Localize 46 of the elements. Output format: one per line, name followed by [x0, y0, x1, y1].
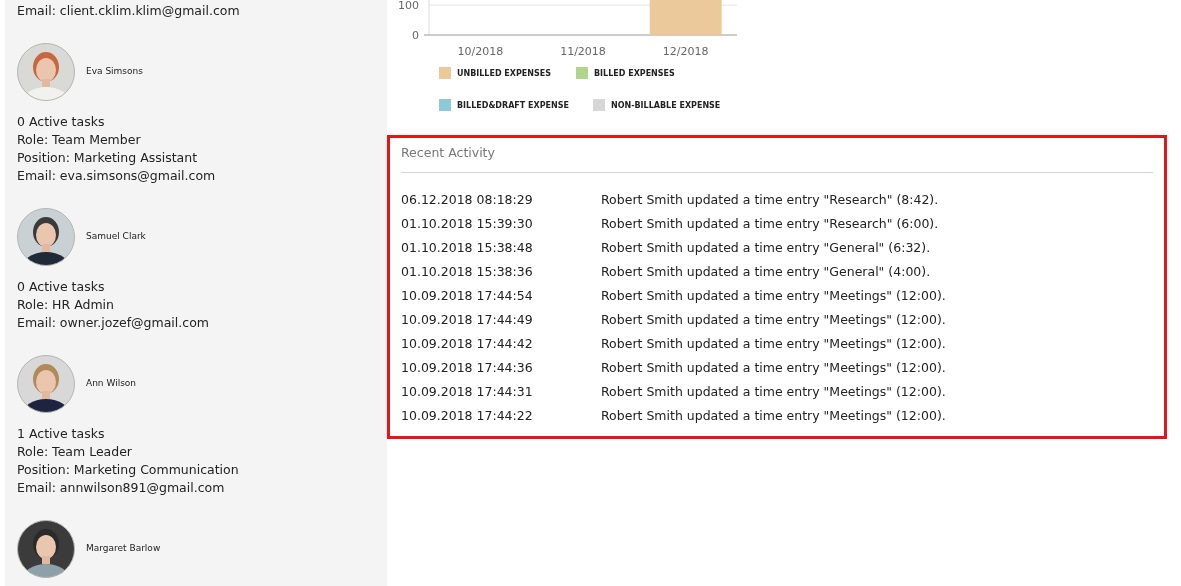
tick-label: 0 — [412, 29, 419, 42]
panel-title: Recent Activity — [401, 144, 496, 162]
detail-text: Email: annwilson891@gmail.com — [17, 479, 226, 497]
activity-message: Robert Smith updated a time entry "General" (6:32). — [601, 239, 931, 257]
activity-time: 01.10.2018 15:38:48 — [401, 239, 534, 257]
activity-message: Robert Smith updated a time entry "Meetings" (12:00). — [601, 311, 946, 329]
detail-text: 0 Active tasks — [17, 113, 106, 131]
activity-message: Robert Smith updated a time entry "Meetings" (12:00). — [601, 383, 946, 401]
detail-text: Email: eva.simsons@gmail.com — [17, 167, 217, 185]
activity-time: 10.09.2018 17:44:42 — [401, 335, 534, 353]
activity-message: Robert Smith updated a time entry "Research" (6:00). — [601, 215, 939, 233]
legend-label: BILLED EXPENSES — [594, 69, 675, 78]
tick-label: 10/2018 — [457, 45, 504, 58]
activity-message: Robert Smith updated a time entry "Meetings" (12:00). — [601, 287, 946, 305]
activity-time: 10.09.2018 17:44:49 — [401, 311, 534, 329]
person-name: Samuel Clark — [86, 230, 146, 244]
person-name: Eva Simsons — [86, 65, 143, 79]
email-text: Email: client.cklim.klim@gmail.com — [17, 2, 241, 20]
legend-label: UNBILLED EXPENSES — [457, 69, 551, 78]
person-name: Margaret Barlow — [86, 542, 161, 556]
detail-text: Position: Marketing Communication — [17, 461, 240, 479]
detail-text: 1 Active tasks — [17, 425, 106, 443]
detail-text: Position: Marketing Assistant — [17, 149, 199, 167]
activity-message: Robert Smith updated a time entry "Research" (8:42). — [601, 191, 939, 209]
activity-message: Robert Smith updated a time entry "Meetings" (12:00). — [601, 335, 946, 353]
detail-text: 0 Active tasks — [17, 278, 106, 296]
activity-time: 01.10.2018 15:39:30 — [401, 215, 534, 233]
detail-text: Role: Team Leader — [17, 443, 133, 461]
tick-label: 100 — [398, 0, 419, 13]
activity-time: 01.10.2018 15:38:36 — [401, 263, 534, 281]
activity-message: Robert Smith updated a time entry "Meetings" (12:00). — [601, 359, 946, 377]
detail-text: Email: owner.jozef@gmail.com — [17, 314, 210, 332]
activity-time: 10.09.2018 17:44:54 — [401, 287, 534, 305]
tick-label: 11/2018 — [560, 45, 606, 58]
activity-message: Robert Smith updated a time entry "Meetings" (12:00). — [601, 407, 946, 425]
activity-time: 10.09.2018 17:44:36 — [401, 359, 534, 377]
activity-time: 06.12.2018 08:18:29 — [401, 191, 534, 209]
detail-text: Role: Team Member — [17, 131, 142, 149]
activity-message: Robert Smith updated a time entry "General" (4:00). — [601, 263, 931, 281]
legend-label: NON-BILLABLE EXPENSE — [611, 101, 721, 110]
activity-time: 10.09.2018 17:44:31 — [401, 383, 534, 401]
activity-time: 10.09.2018 17:44:22 — [401, 407, 534, 425]
person-name: Ann Wilson — [86, 377, 137, 391]
legend-label: BILLED&DRAFT EXPENSE — [457, 101, 569, 110]
detail-text: Role: HR Admin — [17, 296, 115, 314]
tick-label: 12/2018 — [662, 45, 709, 58]
